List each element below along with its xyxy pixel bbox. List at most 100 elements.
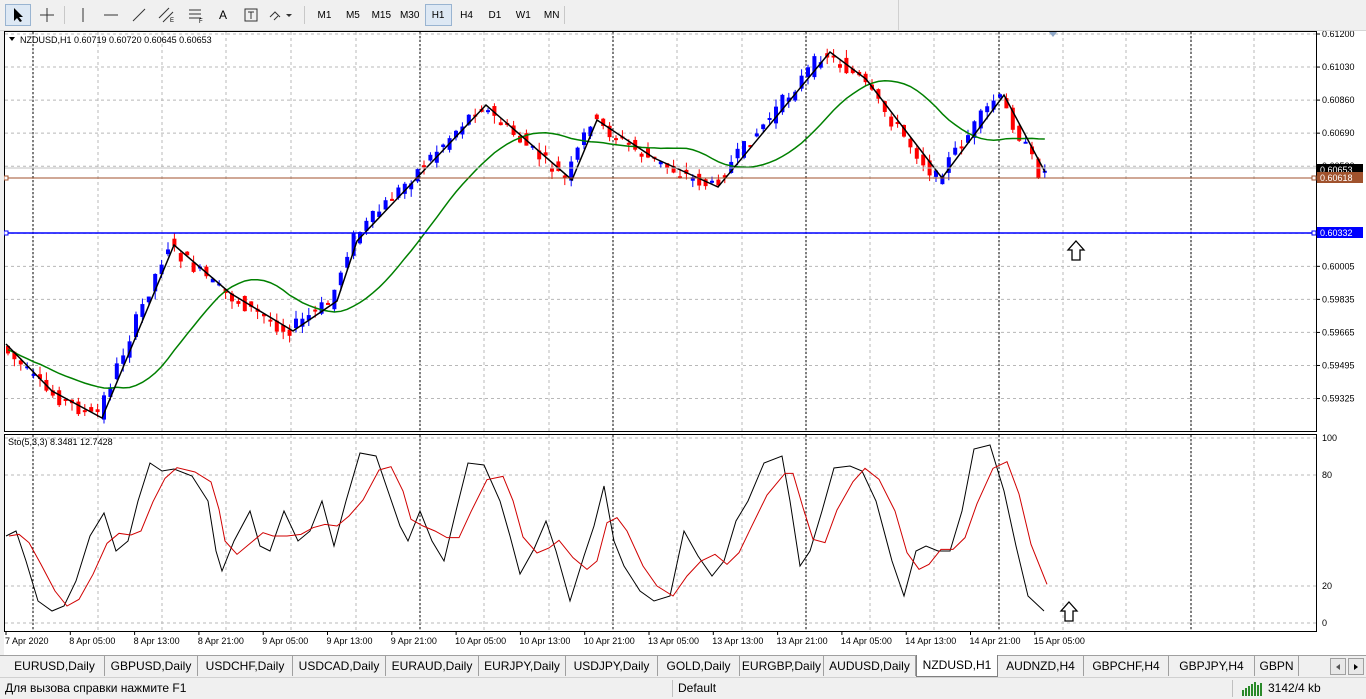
candle-body: [383, 200, 388, 210]
candle-body: [114, 363, 119, 380]
candle-body: [313, 309, 318, 312]
candle-body: [710, 180, 714, 183]
chart-symbol-info: NZDUSD,H1 0.60719 0.60720 0.60645 0.6065…: [20, 35, 212, 45]
blue-line-price-label: 0.60332: [1320, 228, 1353, 238]
chart-tab[interactable]: GBPJPY,H4: [1169, 656, 1255, 676]
time-tick-label: 13 Apr 05:00: [648, 636, 699, 646]
time-tick-label: 14 Apr 21:00: [970, 636, 1021, 646]
chart-canvas[interactable]: 0.612000.610300.608600.606900.605200.601…: [3, 29, 1366, 655]
candle-body: [166, 249, 170, 255]
timeframe-w1-button[interactable]: W1: [510, 4, 537, 26]
chart-tab[interactable]: EURAUD,Daily: [386, 656, 479, 676]
time-tick-label: 10 Apr 05:00: [455, 636, 506, 646]
chart-tab[interactable]: GBPN: [1255, 656, 1299, 676]
candle-body: [754, 133, 759, 137]
time-tick-label: 7 Apr 2020: [5, 636, 49, 646]
time-tick-label: 8 Apr 05:00: [69, 636, 115, 646]
chart-tab[interactable]: GBPCHF,H4: [1084, 656, 1169, 676]
line-handle[interactable]: [3, 175, 9, 181]
candle-body: [806, 67, 810, 77]
chart-tabs-bar: EURUSD,Daily GBPUSD,Daily USDCHF,Daily USDC…: [0, 655, 1366, 677]
price-tick-label: 0.60005: [1322, 261, 1355, 271]
chart-tab[interactable]: EURJPY,Daily: [479, 656, 566, 676]
timeframe-m5-button[interactable]: M5: [339, 4, 366, 26]
time-tick-label: 13 Apr 21:00: [777, 636, 828, 646]
price-tick-label: 0.61030: [1322, 62, 1355, 72]
channel-icon: E: [158, 7, 174, 23]
trendline-button[interactable]: [128, 4, 150, 26]
candle-body: [735, 148, 740, 159]
candle-body: [575, 147, 580, 160]
chart-tab[interactable]: AUDUSD,Daily: [824, 656, 916, 676]
chart-tab[interactable]: NZDUSD,H1: [916, 655, 998, 677]
candle-body: [761, 124, 766, 130]
candle-body: [582, 132, 586, 145]
candle-body: [838, 64, 842, 68]
line-handle[interactable]: [1311, 230, 1317, 236]
fibonacci-icon: F: [189, 9, 203, 23]
timeframe-h4-button[interactable]: H4: [453, 4, 480, 26]
candle-body: [959, 146, 964, 149]
crosshair-icon: [40, 8, 54, 22]
price-tick-label: 0.60690: [1322, 128, 1355, 138]
candle-body: [998, 94, 1002, 98]
fibonacci-button[interactable]: F: [184, 4, 208, 26]
chart-tab[interactable]: EURUSD,Daily: [5, 656, 105, 676]
tab-scroll-right-button[interactable]: [1348, 658, 1364, 675]
equidistant-channel-button[interactable]: E: [155, 4, 179, 26]
tab-scroll-controls: [1330, 658, 1364, 675]
chart-window[interactable]: 0.612000.610300.608600.606900.605200.601…: [3, 29, 1366, 655]
price-tick-label: 0.59495: [1322, 360, 1355, 370]
chart-tab[interactable]: EURGBP,Daily: [740, 656, 824, 676]
stochastic-pane[interactable]: [4, 434, 1317, 632]
candle-body: [889, 116, 894, 127]
candle-body: [486, 110, 490, 113]
timeframe-mn-button[interactable]: MN: [538, 4, 565, 26]
sto-tick-label: 80: [1322, 470, 1332, 480]
triangle-right-icon: [1354, 663, 1358, 670]
candle-body: [140, 304, 145, 317]
time-tick-label: 9 Apr 05:00: [262, 636, 308, 646]
price-tick-label: 0.59665: [1322, 327, 1355, 337]
timeframe-m15-button[interactable]: M15: [368, 4, 395, 26]
candle-body: [390, 198, 394, 201]
candle-body: [370, 210, 375, 222]
candle-body: [626, 142, 631, 145]
vertical-line-button[interactable]: [72, 4, 94, 26]
chart-tab[interactable]: USDCAD,Daily: [293, 656, 386, 676]
horizontal-line-button[interactable]: [100, 4, 122, 26]
price-pane[interactable]: [4, 31, 1317, 432]
price-tick-label: 0.59835: [1322, 294, 1355, 304]
toolbar: E F A M1 M5 M15 M30 H1 H4 D1 W1 MN: [0, 0, 1366, 31]
chart-tab[interactable]: USDCHF,Daily: [198, 656, 293, 676]
candle-body: [914, 148, 919, 159]
traffic-counter: 3142/4 kb: [1268, 681, 1321, 695]
sto-tick-label: 100: [1322, 433, 1337, 443]
price-tick-label: 0.59325: [1322, 394, 1355, 404]
arrows-dropdown-button[interactable]: [266, 4, 296, 26]
timeframe-m30-button[interactable]: M30: [396, 4, 423, 26]
crosshair-tool-button[interactable]: [35, 4, 59, 26]
timeframe-h1-button[interactable]: H1: [424, 4, 452, 26]
tab-scroll-left-button[interactable]: [1330, 658, 1346, 675]
cursor-tool-button[interactable]: [5, 4, 31, 26]
timeframe-m1-button[interactable]: M1: [311, 4, 338, 26]
price-tick-label: 0.60860: [1322, 95, 1355, 105]
text-label-button[interactable]: [240, 4, 262, 26]
connection-bars-icon[interactable]: [1242, 682, 1264, 696]
chart-tab[interactable]: GBPUSD,Daily: [105, 656, 198, 676]
timeframe-d1-button[interactable]: D1: [481, 4, 508, 26]
text-tool-button[interactable]: A: [212, 4, 234, 26]
line-handle[interactable]: [3, 230, 9, 236]
candle-body: [812, 56, 817, 78]
time-tick-label: 8 Apr 13:00: [134, 636, 180, 646]
chart-tab[interactable]: USDJPY,Daily: [566, 656, 658, 676]
candle-body: [614, 138, 618, 141]
time-tick-label: 13 Apr 13:00: [712, 636, 763, 646]
cursor-icon: [14, 8, 23, 22]
sto-tick-label: 0: [1322, 618, 1327, 628]
chart-tab[interactable]: AUDNZD,H4: [998, 656, 1084, 676]
chart-tab[interactable]: GOLD,Daily: [658, 656, 740, 676]
time-tick-label: 9 Apr 21:00: [391, 636, 437, 646]
line-handle[interactable]: [1311, 175, 1317, 181]
